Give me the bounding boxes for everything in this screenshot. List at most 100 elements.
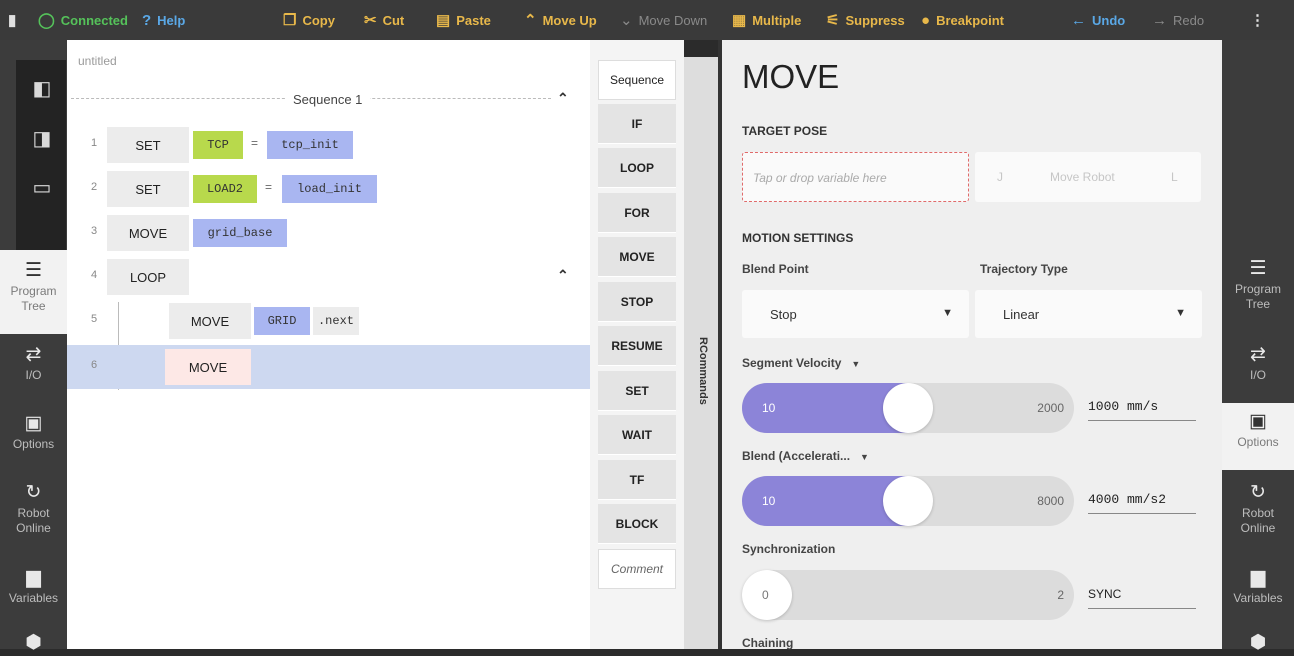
list-icon: ☰ bbox=[1249, 258, 1267, 279]
command-block[interactable]: LOOP bbox=[107, 259, 189, 295]
blend-acceleration-slider[interactable]: 10 8000 bbox=[742, 476, 1074, 526]
synchronization-input[interactable]: SYNC bbox=[1088, 581, 1196, 609]
palette-resume[interactable]: RESUME bbox=[598, 326, 676, 366]
connection-status[interactable]: ◯ Connected bbox=[38, 0, 128, 40]
slider-knob[interactable] bbox=[883, 476, 933, 526]
variable-chip[interactable]: LOAD2 bbox=[193, 175, 257, 203]
multiple-button[interactable]: ▦ Multiple bbox=[732, 0, 801, 40]
command-block[interactable]: MOVE bbox=[165, 349, 251, 385]
palette-wait[interactable]: WAIT bbox=[598, 415, 676, 455]
paste-button[interactable]: ▤ Paste bbox=[436, 0, 491, 40]
value-chip[interactable]: grid_base bbox=[193, 219, 287, 247]
help-button[interactable]: ? Help bbox=[142, 0, 185, 40]
file-name: untitled bbox=[78, 54, 117, 68]
program-row[interactable]: 3 MOVE grid_base bbox=[67, 211, 590, 255]
caret-down-icon: ▼ bbox=[942, 307, 953, 319]
nav-next-icon-right[interactable]: ⬢ bbox=[1222, 632, 1294, 656]
window-icon[interactable]: ▭ bbox=[30, 177, 54, 199]
nav-options-right[interactable]: ▣ Options bbox=[1222, 403, 1294, 470]
command-block[interactable]: SET bbox=[107, 127, 189, 163]
arrow-right-icon: → bbox=[1152, 11, 1167, 29]
program-row-selected[interactable]: 6 MOVE bbox=[67, 345, 590, 389]
left-quick-tools: ◧ ◨ ▭ bbox=[16, 60, 66, 254]
move-robot-button[interactable]: J Move Robot L bbox=[975, 152, 1201, 202]
program-tree-canvas[interactable]: untitled Sequence 1 ⌃ 1 SET TCP = tcp_in… bbox=[67, 40, 590, 649]
cube-icon: ⬢ bbox=[1249, 632, 1267, 653]
copy-button[interactable]: ❐ Copy bbox=[283, 0, 335, 40]
right-sidebar: ☰ Program Tree ⇄ I/O ▣ Options ↻ Robot O… bbox=[1222, 40, 1294, 653]
variable-chip[interactable]: TCP bbox=[193, 131, 243, 159]
nav-io-right[interactable]: ⇄ I/O bbox=[1222, 344, 1294, 383]
palette-set[interactable]: SET bbox=[598, 371, 676, 411]
nav-variables[interactable]: ▆ Variables bbox=[0, 567, 67, 606]
chaining-label: Chaining bbox=[742, 636, 794, 650]
nav-options[interactable]: ▣ Options bbox=[0, 413, 67, 452]
arrows-icon: ⇄ bbox=[25, 344, 42, 365]
blend-point-select[interactable]: Stop ▼ bbox=[742, 290, 969, 338]
value-chip[interactable]: load_init bbox=[282, 175, 377, 203]
cut-button[interactable]: ✂ Cut bbox=[364, 0, 404, 40]
palette-sequence[interactable]: Sequence bbox=[598, 60, 676, 100]
trajectory-type-select[interactable]: Linear ▼ bbox=[975, 290, 1202, 338]
open-book-icon[interactable]: ◨ bbox=[30, 128, 54, 150]
suppress-button[interactable]: ⚟ Suppress bbox=[826, 0, 905, 40]
palette-block[interactable]: BLOCK bbox=[598, 504, 676, 544]
collapse-sequence-chevron-up-icon[interactable]: ⌃ bbox=[557, 90, 569, 107]
program-row[interactable]: 1 SET TCP = tcp_init bbox=[67, 123, 590, 167]
nav-program-tree-right[interactable]: ☰ Program Tree bbox=[1222, 258, 1294, 312]
clipboard-icon: ▣ bbox=[1249, 411, 1267, 432]
segment-velocity-label[interactable]: Segment Velocity ▼ bbox=[742, 356, 860, 370]
nav-program-tree[interactable]: ☰ Program Tree bbox=[0, 250, 67, 334]
nav-io[interactable]: ⇄ I/O bbox=[0, 344, 67, 383]
value-chip[interactable]: GRID bbox=[254, 307, 310, 335]
palette-for[interactable]: FOR bbox=[598, 193, 676, 233]
program-file-icon[interactable]: ◧ bbox=[30, 78, 54, 100]
segment-velocity-input[interactable]: 1000 mm/s bbox=[1088, 393, 1196, 421]
nav-robot-online-right[interactable]: ↻ Robot Online bbox=[1222, 482, 1294, 536]
palette-loop[interactable]: LOOP bbox=[598, 148, 676, 188]
cube-icon: ⬢ bbox=[25, 632, 42, 653]
connected-icon: ◯ bbox=[38, 12, 55, 29]
segment-velocity-slider[interactable]: 10 2000 bbox=[742, 383, 1074, 433]
redo-button[interactable]: → Redo bbox=[1152, 0, 1204, 40]
member-chip[interactable]: .next bbox=[313, 307, 359, 335]
program-row[interactable]: 5 MOVE GRID .next bbox=[67, 299, 590, 343]
palette-stop[interactable]: STOP bbox=[598, 282, 676, 322]
palette-tf[interactable]: TF bbox=[598, 460, 676, 500]
multiple-icon: ▦ bbox=[732, 12, 747, 29]
breakpoint-dot-icon: ● bbox=[921, 11, 931, 29]
program-row[interactable]: 4 LOOP ⌃ bbox=[67, 255, 590, 299]
command-title: MOVE bbox=[742, 58, 840, 95]
caret-down-icon: ▼ bbox=[1175, 307, 1186, 319]
properties-panel: MOVE TARGET POSE Tap or drop variable he… bbox=[722, 40, 1222, 650]
nav-next-icon[interactable]: ⬢ bbox=[0, 632, 67, 656]
command-block[interactable]: SET bbox=[107, 171, 189, 207]
palette-move[interactable]: MOVE bbox=[598, 237, 676, 277]
command-palette: Sequence IF LOOP FOR MOVE STOP RESUME SE… bbox=[590, 40, 684, 649]
motion-settings-heading: MOTION SETTINGS bbox=[742, 231, 854, 245]
collapse-loop-chevron-up-icon[interactable]: ⌃ bbox=[557, 267, 569, 284]
slider-knob[interactable] bbox=[883, 383, 933, 433]
move-up-button[interactable]: ⌃ Move Up bbox=[524, 0, 597, 40]
blend-acceleration-input[interactable]: 4000 mm/s2 bbox=[1088, 486, 1196, 514]
program-row[interactable]: 2 SET LOAD2 = load_init bbox=[67, 167, 590, 211]
value-chip[interactable]: tcp_init bbox=[267, 131, 353, 159]
synchronization-slider[interactable]: 0 2 bbox=[742, 570, 1074, 620]
command-block[interactable]: MOVE bbox=[107, 215, 189, 251]
toolbar: ▮ ◯ Connected ? Help ❐ Copy ✂ Cut ▤ Paste ⌃ Mo… bbox=[0, 0, 1294, 40]
nav-variables-right[interactable]: ▆ Variables bbox=[1222, 567, 1294, 606]
nav-robot-online[interactable]: ↻ Robot Online bbox=[0, 482, 67, 536]
palette-if[interactable]: IF bbox=[598, 104, 676, 144]
undo-button[interactable]: ← Undo bbox=[1071, 0, 1125, 40]
command-block[interactable]: MOVE bbox=[169, 303, 251, 339]
briefcase-icon: ▆ bbox=[1250, 567, 1266, 588]
blend-acceleration-label[interactable]: Blend (Accelerati... ▼ bbox=[742, 449, 869, 463]
left-sidebar: ◧ ◨ ▭ ☰ Program Tree ⇄ I/O ▣ Options ↻ R… bbox=[0, 40, 67, 653]
more-menu-icon[interactable]: ⋮ bbox=[1250, 0, 1265, 40]
target-pose-drop-field[interactable]: Tap or drop variable here bbox=[742, 152, 969, 202]
move-down-button[interactable]: ⌄ Move Down bbox=[620, 0, 707, 40]
breakpoint-button[interactable]: ● Breakpoint bbox=[921, 0, 1004, 40]
rcommands-tab[interactable]: RCommands bbox=[684, 57, 718, 649]
sequence-title[interactable]: Sequence 1 bbox=[285, 92, 371, 107]
palette-comment[interactable]: Comment bbox=[598, 549, 676, 589]
